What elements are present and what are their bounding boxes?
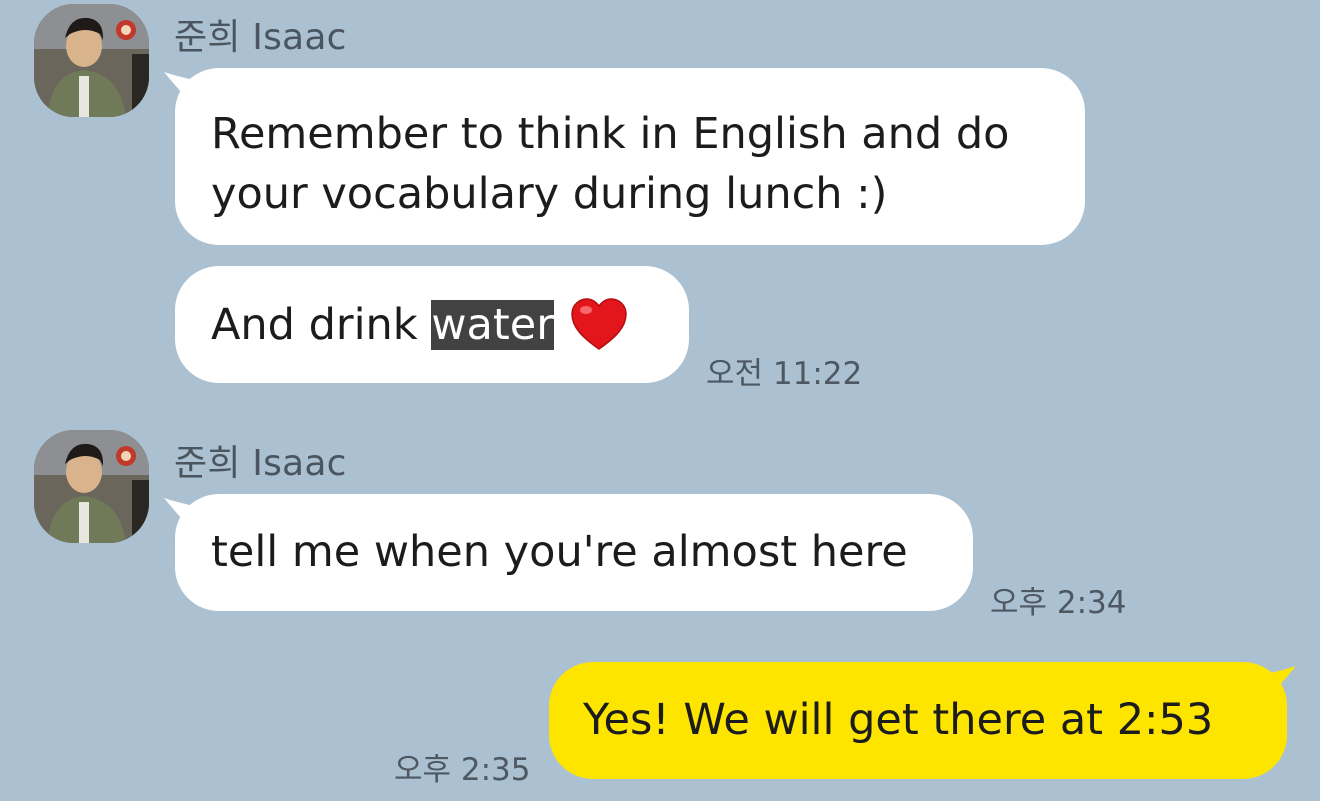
message-bubble[interactable]: tell me when you're almost here — [175, 494, 973, 611]
chat-room: 준희 Isaac Remember to think in English an… — [0, 0, 1320, 801]
profile-photo-icon — [34, 4, 149, 117]
message-text: tell me when you're almost here — [211, 527, 908, 577]
sender-name: 준희 Isaac — [174, 443, 347, 484]
message-bubble-outgoing[interactable]: Yes! We will get there at 2:53 — [549, 662, 1287, 779]
message-bubble[interactable]: Remember to think in English and do your… — [175, 68, 1085, 245]
bubble-tail — [1264, 666, 1296, 702]
message-time: 오후 2:35 — [394, 752, 531, 788]
selected-text: water — [431, 300, 554, 350]
message-line: your vocabulary during lunch :) — [211, 169, 888, 219]
profile-photo-icon — [34, 430, 149, 543]
message-bubble[interactable]: And drink water — [175, 266, 689, 383]
sender-avatar[interactable] — [34, 430, 149, 543]
sender-avatar[interactable] — [34, 4, 149, 117]
message-time: 오전 11:22 — [706, 356, 863, 392]
message-time: 오후 2:34 — [990, 585, 1127, 621]
message-text: And drink — [211, 300, 432, 350]
red-heart-icon — [571, 297, 627, 350]
message-text: Yes! We will get there at 2:53 — [583, 695, 1214, 745]
sender-name: 준희 Isaac — [174, 17, 347, 58]
message-line: Remember to think in English and do — [211, 109, 1010, 159]
